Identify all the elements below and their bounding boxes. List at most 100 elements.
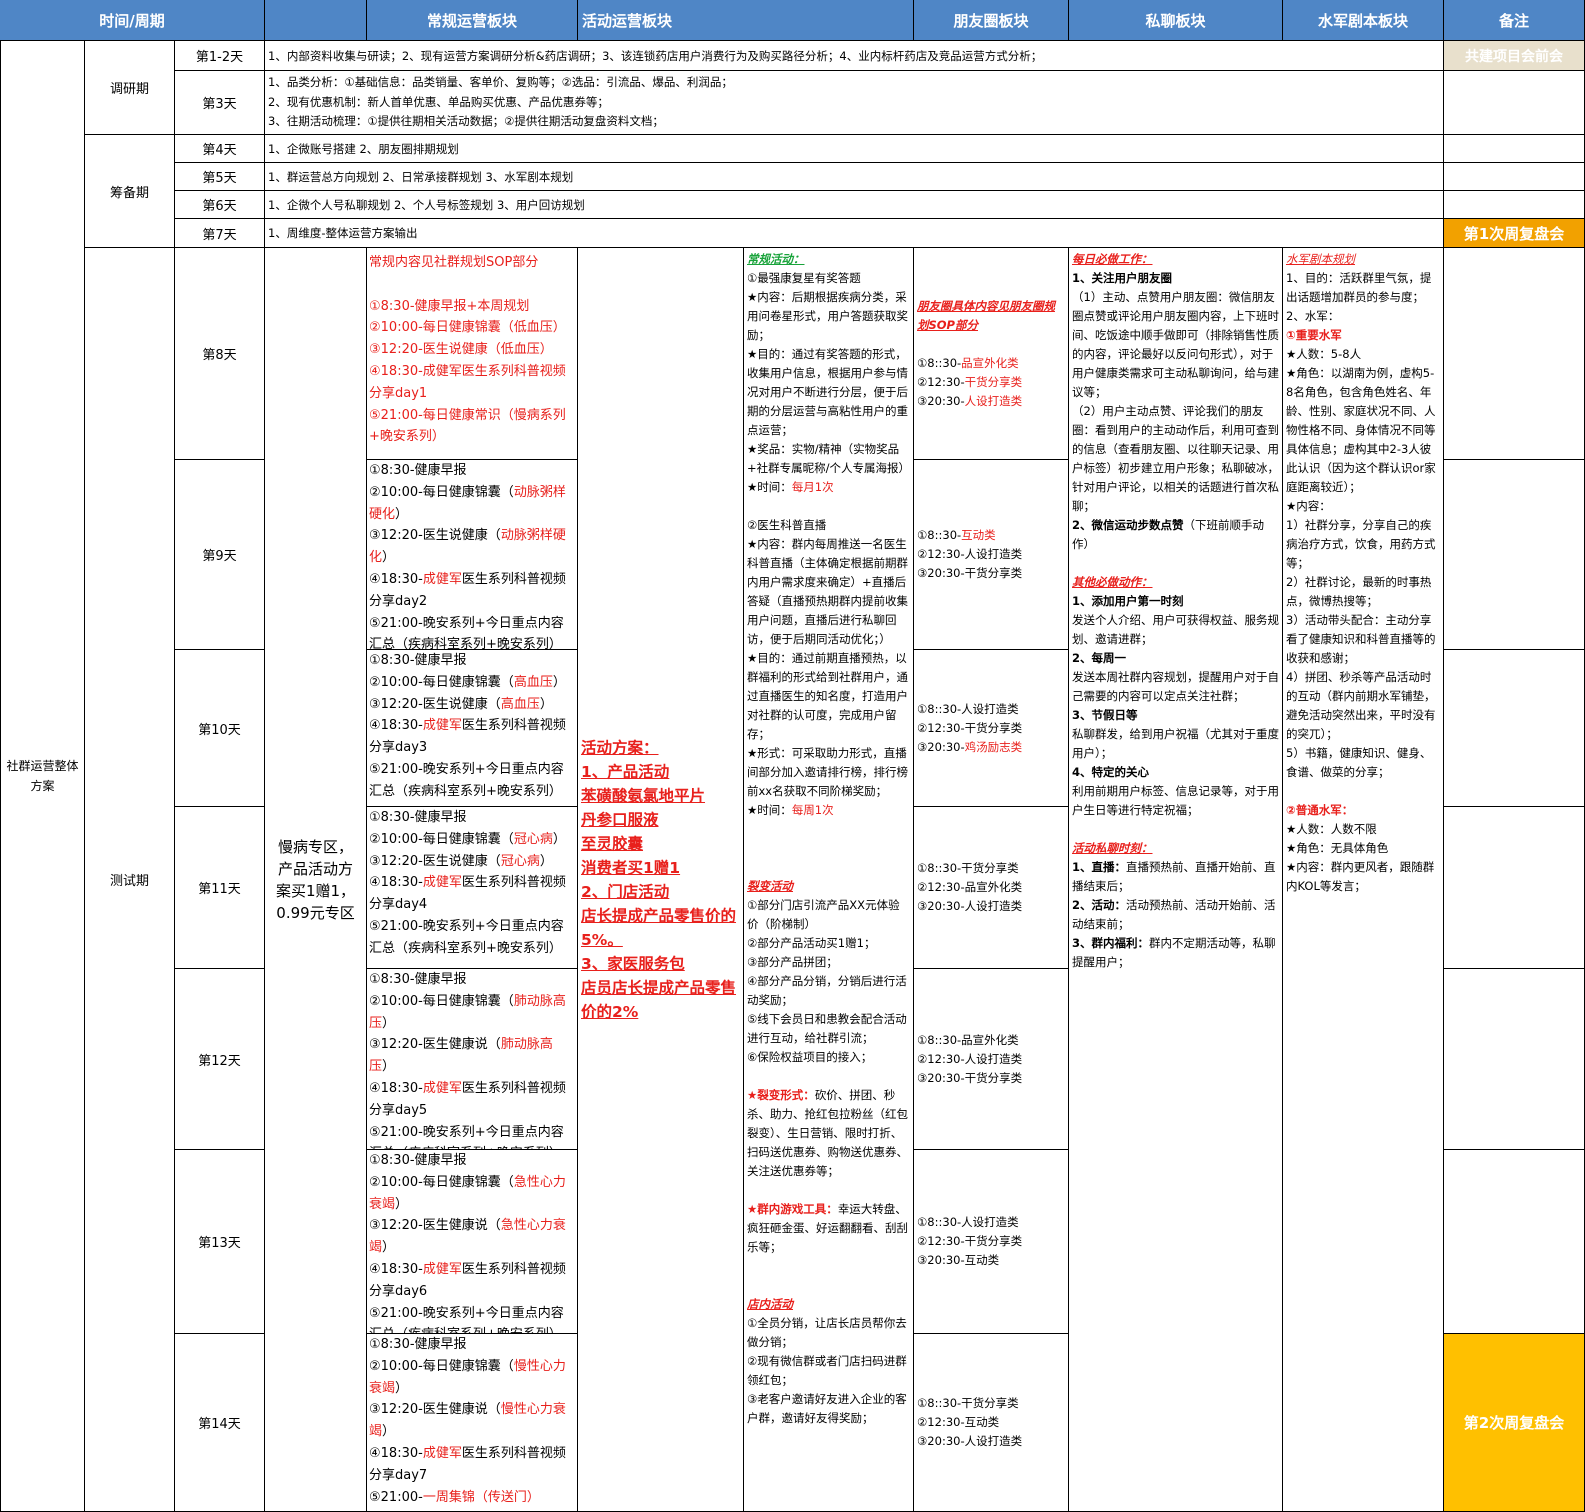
- moments-item: ③20:30-互动类: [917, 1253, 1000, 1267]
- note-review-1: 第1次周复盘会: [1444, 219, 1585, 248]
- private-line: 私聊群发，给到用户祝福（尤其对于重度用户）；: [1072, 727, 1279, 760]
- zone-label: 慢病专区，产品活动方案买1赠1，0.99元专区: [275, 837, 356, 922]
- regular-text: ④18:30-: [369, 718, 423, 734]
- regular-item: ②10:00-每日健康锦囊（急性心力衰竭）: [369, 1172, 575, 1216]
- moments-item: ①8::30-人设打造类: [917, 1215, 1019, 1229]
- regular-item: ②10:00-每日健康锦囊（慢性心力衰竭）: [369, 1356, 575, 1400]
- private-line: 3、节假日等: [1072, 708, 1138, 722]
- moments-day-11: ①8::30-干货分享类 ②12:30-品宣外化类 ③20:30-人设打造类: [914, 807, 1069, 969]
- private-section-title: 活动私聊时刻：: [1072, 841, 1153, 855]
- header-water: 水军剧本板块: [1283, 0, 1444, 41]
- activity-line: ③部分产品拼团；: [747, 955, 838, 969]
- private-line: 2、微信运动步数点赞（下班前顺手动作）: [1072, 516, 1279, 554]
- private-label: 3、群内福利：: [1072, 936, 1150, 950]
- moments-type: 互动类: [961, 528, 996, 542]
- regular-item: ②10:00-每日健康锦囊（高血压）: [369, 672, 575, 694]
- day-label: 第3天: [202, 97, 237, 112]
- activity-frequency: 每周1次: [791, 803, 834, 817]
- water-line: 2、水军：: [1286, 309, 1340, 323]
- header-notes: 备注: [1444, 0, 1585, 41]
- activity-plan-line: 消费者买1赠1: [581, 858, 681, 877]
- moments-day-9: ①8::30-互动类 ②12:30-人设打造类 ③20:30-干货分享类: [914, 460, 1069, 650]
- phase-test: 测试期: [85, 248, 175, 1512]
- note-blank: [1444, 163, 1585, 191]
- activity-line: ①全员分销，让店长店员帮你去做分销；: [747, 1316, 907, 1349]
- day-10: 第10天: [175, 650, 265, 807]
- regular-item: ③12:20-医生说健康（冠心病）: [369, 851, 575, 873]
- header-blank: [265, 0, 367, 41]
- regular-text: ②10:00-每日健康锦囊（: [369, 674, 514, 690]
- regular-text: ）: [382, 1424, 396, 1440]
- regular-text: ）: [382, 1240, 396, 1256]
- regular-item: ⑤21:00-每日健康常识（慢病系列+晚安系列）: [369, 407, 566, 445]
- regular-item: ④18:30-成健军医生系列科普视频分享day1: [369, 363, 566, 401]
- water-line: ★内容：群内更风者，跟随群内KOL等发言；: [1286, 860, 1435, 893]
- day-9: 第9天: [175, 460, 265, 650]
- activity-line: ②医生科普直播: [747, 518, 827, 532]
- activity-line: ②现有微信群或者门店扫码进群领红包；: [747, 1354, 907, 1387]
- water-line: ②普通水军：: [1286, 803, 1354, 817]
- regular-item: ③12:20-医生健康说（急性心力衰竭）: [369, 1215, 575, 1259]
- doctor-name: 成健军: [422, 718, 462, 734]
- activity-line: ⑤线下会员日和患教会配合活动进行互动，给社群引流；: [747, 1012, 907, 1045]
- regular-text: ④18:30-: [369, 875, 423, 891]
- activity-line: ★时间：每周1次: [747, 801, 910, 820]
- regular-item: ②10:00-每日健康锦囊（肺动脉高压）: [369, 991, 575, 1035]
- moments-type: 人设打造类: [964, 393, 1023, 408]
- water-line: 1）社群分享，分享自己的疾病治疗方式，饮食，用药方式等；: [1286, 518, 1436, 570]
- activity-text: ★时间：: [747, 803, 792, 817]
- regular-text: ②10:00-每日健康锦囊（: [369, 831, 514, 847]
- private-section-title: 每日必做工作：: [1072, 252, 1153, 266]
- regular-text: ③12:20-医生说健康（: [369, 696, 501, 712]
- regular-item: ⑤21:00-晚安系列+今日重点内容汇总（疾病科室系列+晚安系列）: [369, 615, 564, 650]
- note-blank: [1444, 248, 1585, 460]
- activity-line: ⑥保险权益项目的接入；: [747, 1050, 873, 1064]
- activity-line: ★目的：通过前期直播预热，以群福利的形式给到社群用户，通过直播医生的知名度，打造…: [747, 651, 908, 741]
- regular-text: ）: [552, 674, 566, 690]
- phase-test-label: 测试期: [109, 874, 149, 889]
- regular-item: ④18:30-成健军医生系列科普视频分享day3: [369, 715, 575, 759]
- moments-item: ③20:30-人设打造类: [917, 392, 1065, 411]
- plan-day-6: 1、企微个人号私聊规划 2、个人号标签规划 3、用户回访规划: [265, 191, 1444, 219]
- activity-line: ★时间：每月1次: [747, 478, 910, 497]
- moments-item: ③20:30-人设打造类: [917, 1434, 1023, 1448]
- regular-item: ②10:00-每日健康锦囊（动脉粥样硬化）: [369, 482, 575, 526]
- regular-item: ③12:20-医生健康说（慢性心力衰竭）: [369, 1399, 575, 1443]
- day-7: 第7天: [175, 219, 265, 248]
- note-blank: [1444, 71, 1585, 135]
- note-kickoff-label: 共建项目会前会: [1465, 48, 1563, 65]
- regular-topic: 冠心病: [500, 853, 540, 869]
- regular-item: ⑤21:00-晚安系列+今日重点内容汇总（疾病科室系列+晚安系列）: [369, 1305, 564, 1333]
- doctor-name: 成健军: [422, 1261, 462, 1277]
- activity-line: ★形式：可采取助力形式，直播间部分加入邀请排行榜，排行榜前xx名获取不同阶梯奖励…: [747, 746, 908, 798]
- day-label: 第5天: [202, 171, 237, 186]
- regular-day-14: ①8:30-健康早报 ②10:00-每日健康锦囊（慢性心力衰竭） ③12:20-…: [367, 1334, 578, 1512]
- activity-plan-title: 活动方案：: [581, 738, 659, 757]
- regular-text: ④18:30-: [369, 571, 423, 587]
- regular-item: ①8:30-健康早报: [369, 1337, 467, 1352]
- activity-plan: 活动方案： 1、产品活动 苯磺酸氨氯地平片 丹参口服液 至灵胶囊 消费者买1赠1…: [578, 248, 744, 1512]
- moments-item: ②12:30-互动类: [917, 1415, 1000, 1429]
- private-line: 2、每周一: [1072, 651, 1127, 665]
- note-kickoff: 共建项目会前会: [1444, 41, 1585, 71]
- moments-day-12: ①8::30-品宣外化类 ②12:30-人设打造类 ③20:30-干货分享类: [914, 969, 1069, 1150]
- private-section-title: 其他必做动作：: [1072, 575, 1153, 589]
- activity-plan-line: 1、产品活动: [581, 762, 670, 781]
- moments-item: ①8::30-品宣外化类: [917, 1032, 1019, 1047]
- moments-time: ①8::30-: [917, 355, 962, 370]
- moments-item: ②12:30-干货分享类: [917, 720, 1023, 735]
- plan-day-1-2: 1、内部资料收集与研读；2、现有运营方案调研分析&药店调研；3、该连锁药店用户消…: [265, 41, 1444, 71]
- day-13: 第13天: [175, 1150, 265, 1334]
- water-line: 2）社群讨论，最新的时事热点，微博热搜等；: [1286, 575, 1432, 608]
- regular-text: ③12:20-医生健康说（: [369, 1402, 501, 1418]
- activity-plan-line: 丹参口服液: [581, 810, 659, 829]
- day-label: 第11天: [198, 882, 241, 897]
- activity-line: ④部分产品分销，分销后进行活动奖励；: [747, 974, 907, 1007]
- regular-topic: 高血压: [500, 696, 540, 712]
